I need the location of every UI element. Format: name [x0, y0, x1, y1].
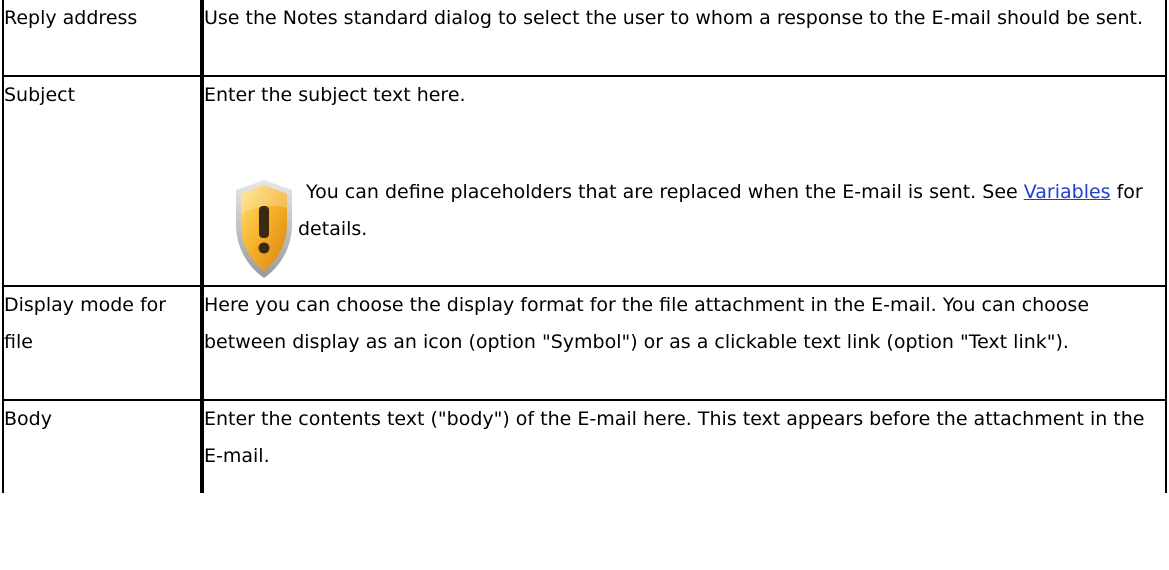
table-row: Display mode for file Here you can choos… — [2, 285, 1167, 401]
variables-link[interactable]: Variables — [1024, 181, 1111, 203]
row-label-cell: Body — [2, 399, 203, 493]
row-label: Body — [4, 408, 52, 430]
row-description-cell: Enter the subject text here. You can def… — [200, 75, 1167, 287]
warning-note-text: You can define placeholders that are rep… — [298, 174, 1157, 248]
row-label-cell: Reply address — [2, 0, 203, 77]
row-description: Enter the contents text ("body") of the … — [204, 408, 1145, 467]
row-label-cell: Display mode for file — [2, 285, 203, 401]
settings-table: Reply address Use the Notes standard dia… — [2, 0, 1167, 493]
row-description: Use the Notes standard dialog to select … — [204, 7, 1144, 29]
row-description: Here you can choose the display format f… — [204, 294, 1090, 353]
table-row: Subject Enter the subject text here. You… — [2, 75, 1167, 287]
row-label: Reply address — [4, 7, 138, 29]
warning-note: You can define placeholders that are rep… — [204, 174, 1157, 284]
row-description-cell: Use the Notes standard dialog to select … — [200, 0, 1167, 77]
row-description-cell: Here you can choose the display format f… — [200, 285, 1167, 401]
table-row: Body Enter the contents text ("body") of… — [2, 399, 1167, 493]
row-label-cell: Subject — [2, 75, 203, 287]
note-text-before: You can define placeholders that are rep… — [306, 181, 1024, 203]
row-description-cell: Enter the contents text ("body") of the … — [200, 399, 1167, 493]
row-label: Display mode for file — [4, 294, 167, 353]
table-row: Reply address Use the Notes standard dia… — [2, 0, 1167, 77]
row-label: Subject — [4, 84, 76, 106]
warning-shield-icon — [232, 178, 296, 282]
row-description: Enter the subject text here. — [204, 84, 466, 106]
